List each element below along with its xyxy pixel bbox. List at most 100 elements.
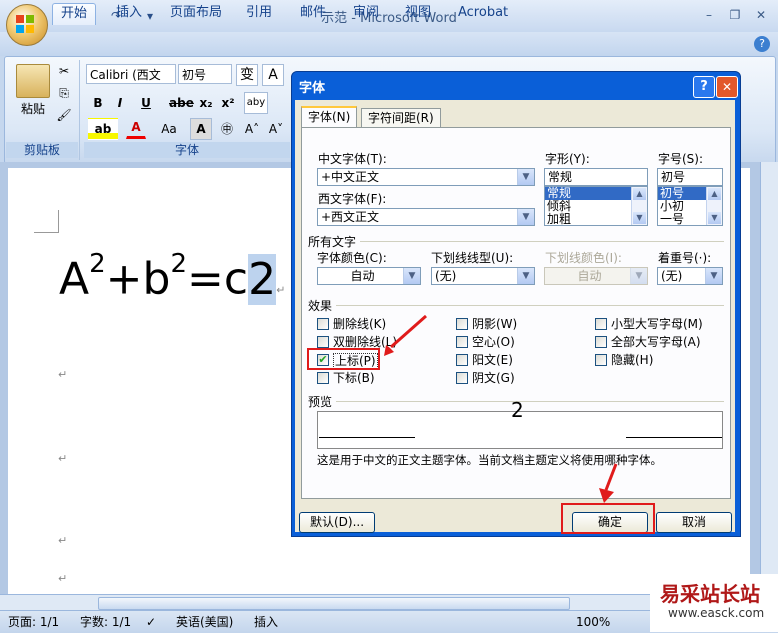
tab-references[interactable]: 引用 xyxy=(238,3,280,24)
watermark-url: www.easck.com xyxy=(668,606,765,620)
cut-icon[interactable]: ✂ xyxy=(56,64,72,80)
word-count[interactable]: 字数: 1/1 xyxy=(80,614,131,630)
tab-review[interactable]: 审阅 xyxy=(345,3,387,24)
office-logo-icon xyxy=(16,15,34,33)
eq-equals-c: =c xyxy=(187,253,249,305)
dialog-help-button[interactable]: ? xyxy=(693,76,715,98)
vertical-scrollbar[interactable] xyxy=(760,162,778,594)
italic-icon[interactable]: I xyxy=(110,92,130,114)
superscript-icon[interactable]: x² xyxy=(218,92,238,114)
size-input[interactable]: 初号 xyxy=(657,168,723,186)
watermark-text: 易采站长站 xyxy=(660,582,760,606)
chevron-down-icon: ▼ xyxy=(630,268,647,284)
hidden-label[interactable]: 隐藏(H) xyxy=(611,353,653,367)
change-case-icon[interactable]: aby xyxy=(244,92,268,114)
copy-icon[interactable]: ⎘ xyxy=(56,86,72,102)
default-button[interactable]: 默认(D)... xyxy=(299,512,375,533)
emboss-label[interactable]: 阳文(E) xyxy=(472,353,513,367)
list-scrollbar[interactable]: ▲ ▼ xyxy=(631,187,647,225)
eq-plus-b: +b xyxy=(105,253,171,305)
chevron-down-icon: ▼ xyxy=(517,268,534,284)
emphasis-label: 着重号(·): xyxy=(658,251,712,265)
section-divider xyxy=(336,305,724,306)
style-input[interactable]: 常规 xyxy=(544,168,648,186)
format-painter-icon[interactable]: 🖌 xyxy=(56,108,72,124)
dialog-close-button[interactable]: ✕ xyxy=(716,76,738,98)
highlight-icon[interactable]: ab xyxy=(88,118,118,140)
outline-label[interactable]: 空心(O) xyxy=(472,335,515,349)
bold-icon[interactable]: B xyxy=(88,92,108,114)
small-caps-checkbox[interactable] xyxy=(595,318,607,330)
subscript-label[interactable]: 下标(B) xyxy=(333,371,375,385)
horizontal-scroll-thumb[interactable] xyxy=(98,597,570,610)
language-status[interactable]: 英语(美国) xyxy=(176,614,233,630)
minimize-icon[interactable]: – xyxy=(700,7,718,23)
restore-icon[interactable]: ❐ xyxy=(726,7,744,23)
paste-label[interactable]: 粘贴 xyxy=(16,100,50,117)
style-label: 字形(Y): xyxy=(545,152,590,166)
font-size-box[interactable]: 初号 xyxy=(178,64,232,84)
paragraph-mark: ↵ xyxy=(58,452,68,465)
font-color-select[interactable]: 自动 ▼ xyxy=(317,267,421,285)
strikethrough-checkbox[interactable] xyxy=(317,318,329,330)
shrink-font-icon[interactable]: A˅ xyxy=(266,118,286,140)
window-close-icon[interactable]: ✕ xyxy=(752,7,770,23)
list-scrollbar[interactable]: ▲ ▼ xyxy=(706,187,722,225)
clear-format-icon[interactable]: A xyxy=(262,64,284,86)
underline-icon[interactable]: U xyxy=(134,92,158,114)
shadow-checkbox[interactable] xyxy=(456,318,468,330)
grow-font-icon[interactable]: 变 xyxy=(236,64,258,86)
subscript-icon[interactable]: x₂ xyxy=(196,92,216,114)
size-label: 字号(S): xyxy=(658,152,704,166)
tab-page-layout[interactable]: 页面布局 xyxy=(162,3,230,24)
strikethrough-icon[interactable]: abe xyxy=(168,92,194,114)
zoom-level[interactable]: 100% xyxy=(576,614,610,630)
size-list[interactable]: 初号 小初 一号 ▲ ▼ xyxy=(657,186,723,226)
tab-font[interactable]: 字体(N) xyxy=(301,106,358,129)
clipboard-group-label: 剪贴板 xyxy=(6,142,78,158)
eq-selected-digit[interactable]: 2 xyxy=(248,253,277,305)
cn-font-select[interactable]: +中文正文 ▼ xyxy=(317,168,535,186)
enclose-char-icon[interactable]: ㊥ xyxy=(216,118,238,140)
all-caps-label[interactable]: 全部大写字母(A) xyxy=(611,335,701,349)
style-list[interactable]: 常规 倾斜 加粗 ▲ ▼ xyxy=(544,186,648,226)
character-shading-icon[interactable]: A xyxy=(190,118,212,140)
tab-acrobat[interactable]: Acrobat xyxy=(450,3,516,24)
emboss-checkbox[interactable] xyxy=(456,354,468,366)
cancel-button[interactable]: 取消 xyxy=(656,512,732,533)
proofing-icon[interactable]: ✓ xyxy=(146,614,156,630)
font-size-change-icon[interactable]: Aa xyxy=(154,118,184,140)
grow-font-size-icon[interactable]: A˄ xyxy=(242,118,262,140)
engrave-checkbox[interactable] xyxy=(456,372,468,384)
small-caps-label[interactable]: 小型大写字母(M) xyxy=(611,317,703,331)
tab-insert[interactable]: 插入 xyxy=(108,3,150,24)
font-name-box[interactable]: Calibri (西文 xyxy=(86,64,176,84)
underline-select[interactable]: (无) ▼ xyxy=(431,267,535,285)
hidden-checkbox[interactable] xyxy=(595,354,607,366)
effects-section-label: 效果 xyxy=(308,299,333,313)
subscript-checkbox[interactable] xyxy=(317,372,329,384)
font-color-icon[interactable]: A xyxy=(126,118,146,139)
paste-icon[interactable] xyxy=(16,64,50,98)
preview-text: 2 xyxy=(511,398,524,422)
page-count[interactable]: 页面: 1/1 xyxy=(8,614,59,630)
emphasis-select[interactable]: (无) ▼ xyxy=(657,267,723,285)
tab-home[interactable]: 开始 xyxy=(52,3,97,25)
view-buttons[interactable] xyxy=(476,614,576,630)
tab-mailings[interactable]: 邮件 xyxy=(292,3,334,24)
chevron-down-icon: ▼ xyxy=(517,209,534,225)
west-font-select[interactable]: +西文正文 ▼ xyxy=(317,208,535,226)
equation-text[interactable]: A2+b2=c2↵ xyxy=(59,240,285,321)
insert-mode[interactable]: 插入 xyxy=(254,614,278,630)
engrave-label[interactable]: 阴文(G) xyxy=(472,371,515,385)
tab-view[interactable]: 视图 xyxy=(397,3,439,24)
outline-checkbox[interactable] xyxy=(456,336,468,348)
dialog-title: 字体 xyxy=(299,81,326,96)
underline-color-label: 下划线颜色(I): xyxy=(545,251,622,265)
shadow-label[interactable]: 阴影(W) xyxy=(472,317,517,331)
help-icon[interactable]: ? xyxy=(754,36,770,52)
all-caps-checkbox[interactable] xyxy=(595,336,607,348)
section-divider xyxy=(336,401,724,402)
double-strikethrough-checkbox[interactable] xyxy=(317,336,329,348)
tab-char-spacing[interactable]: 字符间距(R) xyxy=(361,108,441,128)
